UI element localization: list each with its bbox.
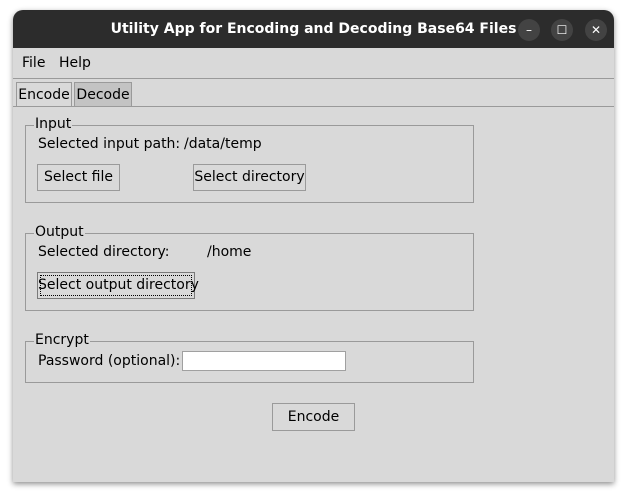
input-group-legend: Input [34, 116, 73, 132]
input-path-value: /data/temp [184, 136, 262, 152]
output-dir-value: /home [207, 244, 252, 260]
encrypt-group-legend: Encrypt [34, 332, 90, 348]
tab-bar: Encode Decode [13, 80, 614, 107]
menu-help[interactable]: Help [59, 55, 91, 71]
title-bar[interactable]: Utility App for Encoding and Decoding Ba… [13, 10, 614, 48]
output-dir-label: Selected directory: [38, 244, 170, 260]
app-window: Utility App for Encoding and Decoding Ba… [13, 10, 614, 482]
encode-button[interactable]: Encode [272, 403, 355, 431]
maximize-icon[interactable]: ☐ [551, 19, 573, 41]
select-directory-button[interactable]: Select directory [193, 164, 306, 191]
password-input[interactable] [182, 351, 346, 371]
tab-encode[interactable]: Encode [16, 82, 72, 106]
tab-decode[interactable]: Decode [74, 82, 132, 106]
menu-file[interactable]: File [22, 55, 45, 71]
output-group: Output Selected directory: /home Select … [25, 224, 474, 311]
close-icon[interactable]: ✕ [585, 19, 607, 41]
menu-bar: File Help [13, 50, 614, 79]
encrypt-group: Encrypt Password (optional): [25, 332, 474, 383]
password-label: Password (optional): [38, 353, 181, 369]
output-group-legend: Output [34, 224, 85, 240]
minimize-icon[interactable]: – [518, 19, 540, 41]
input-path-label: Selected input path: [38, 136, 181, 152]
select-output-directory-button[interactable]: Select output directory [37, 272, 199, 299]
input-group: Input Selected input path: /data/temp Se… [25, 116, 474, 203]
select-file-button[interactable]: Select file [37, 164, 120, 191]
